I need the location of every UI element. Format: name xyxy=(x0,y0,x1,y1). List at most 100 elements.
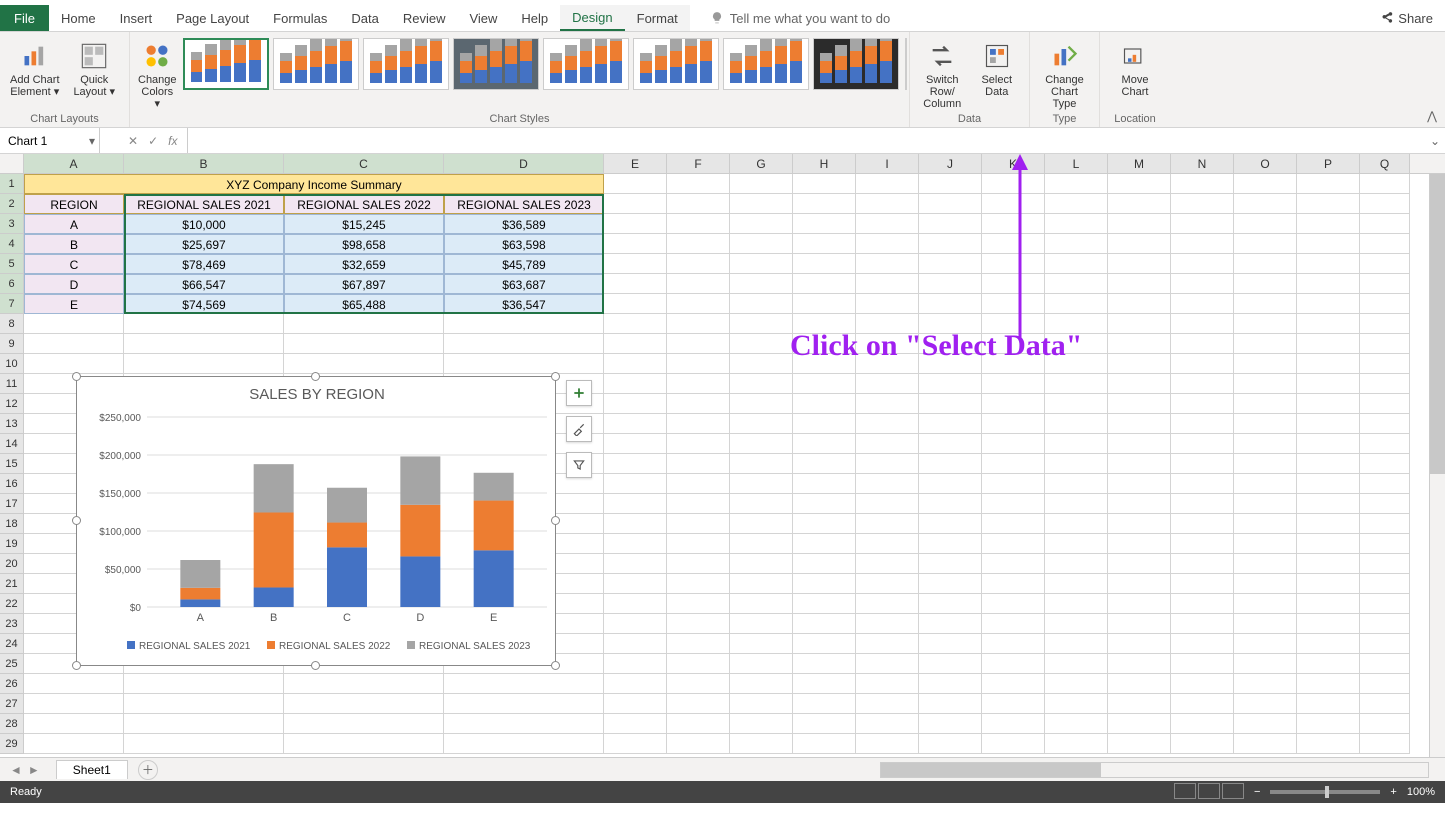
cell[interactable] xyxy=(1297,534,1360,554)
cell[interactable] xyxy=(1360,654,1410,674)
cell[interactable] xyxy=(604,474,667,494)
cell[interactable] xyxy=(856,194,919,214)
cell[interactable] xyxy=(793,434,856,454)
cell[interactable] xyxy=(1108,314,1171,334)
cell[interactable] xyxy=(604,234,667,254)
cell[interactable] xyxy=(1297,494,1360,514)
cell[interactable] xyxy=(667,574,730,594)
chart-elements-button[interactable] xyxy=(566,380,592,406)
column-header[interactable]: L xyxy=(1045,154,1108,173)
cell[interactable] xyxy=(793,414,856,434)
cell[interactable] xyxy=(24,314,124,334)
cell[interactable] xyxy=(604,694,667,714)
cell[interactable] xyxy=(1360,214,1410,234)
cell[interactable] xyxy=(856,494,919,514)
cell[interactable] xyxy=(1297,674,1360,694)
cell[interactable] xyxy=(856,574,919,594)
cell[interactable] xyxy=(1045,654,1108,674)
cell[interactable] xyxy=(1360,574,1410,594)
cell[interactable] xyxy=(919,434,982,454)
column-header[interactable]: A xyxy=(24,154,124,173)
cell[interactable] xyxy=(1297,174,1360,194)
cell[interactable] xyxy=(124,314,284,334)
cell[interactable] xyxy=(667,634,730,654)
cell[interactable]: $67,897 xyxy=(284,274,444,294)
cell[interactable] xyxy=(1171,274,1234,294)
cell[interactable] xyxy=(856,474,919,494)
row-header[interactable]: 29 xyxy=(0,734,24,754)
quick-layout-button[interactable]: Quick Layout ▾ xyxy=(68,36,122,98)
cell[interactable] xyxy=(1045,294,1108,314)
cell[interactable] xyxy=(1234,394,1297,414)
cell[interactable] xyxy=(1045,634,1108,654)
cell[interactable] xyxy=(1171,514,1234,534)
cell[interactable] xyxy=(1234,514,1297,534)
cell[interactable] xyxy=(1108,234,1171,254)
cell[interactable] xyxy=(604,574,667,594)
cell[interactable] xyxy=(284,334,444,354)
cell[interactable] xyxy=(1171,554,1234,574)
cell[interactable] xyxy=(1360,314,1410,334)
cell[interactable]: $45,789 xyxy=(444,254,604,274)
cell[interactable]: B xyxy=(24,234,124,254)
cell[interactable] xyxy=(982,514,1045,534)
cell[interactable] xyxy=(667,214,730,234)
cell[interactable] xyxy=(1234,594,1297,614)
cell[interactable] xyxy=(1360,434,1410,454)
cell[interactable] xyxy=(1297,454,1360,474)
cell[interactable] xyxy=(667,234,730,254)
row-header[interactable]: 2 xyxy=(0,194,24,214)
cell[interactable] xyxy=(793,554,856,574)
cell[interactable]: $36,547 xyxy=(444,294,604,314)
tab-file[interactable]: File xyxy=(0,5,49,31)
cell[interactable] xyxy=(124,734,284,754)
cell[interactable]: $25,697 xyxy=(124,234,284,254)
cell[interactable] xyxy=(856,674,919,694)
cell[interactable] xyxy=(284,674,444,694)
cell[interactable] xyxy=(1045,274,1108,294)
chart-style-thumb-4[interactable] xyxy=(453,38,539,90)
cell[interactable] xyxy=(919,374,982,394)
cell[interactable] xyxy=(124,334,284,354)
horizontal-scrollbar[interactable] xyxy=(880,762,1429,778)
cell[interactable] xyxy=(1108,174,1171,194)
cell[interactable] xyxy=(856,614,919,634)
cell[interactable] xyxy=(667,694,730,714)
cell[interactable] xyxy=(667,474,730,494)
tab-page-layout[interactable]: Page Layout xyxy=(164,5,261,31)
cell[interactable]: $63,687 xyxy=(444,274,604,294)
embedded-chart[interactable]: SALES BY REGION$0$50,000$100,000$150,000… xyxy=(76,376,556,666)
cell[interactable] xyxy=(919,554,982,574)
cell[interactable] xyxy=(604,374,667,394)
column-header[interactable]: Q xyxy=(1360,154,1410,173)
cell[interactable] xyxy=(793,694,856,714)
cell[interactable] xyxy=(604,174,667,194)
cell[interactable] xyxy=(1045,734,1108,754)
cell[interactable] xyxy=(1297,574,1360,594)
cell[interactable]: REGIONAL SALES 2022 xyxy=(284,194,444,214)
row-header[interactable]: 11 xyxy=(0,374,24,394)
cell[interactable] xyxy=(667,674,730,694)
cell[interactable] xyxy=(1108,674,1171,694)
tab-data[interactable]: Data xyxy=(339,5,390,31)
zoom-level[interactable]: 100% xyxy=(1407,786,1435,798)
cell[interactable]: D xyxy=(24,274,124,294)
cell[interactable] xyxy=(982,694,1045,714)
cell[interactable] xyxy=(667,174,730,194)
cell[interactable] xyxy=(1171,474,1234,494)
cell[interactable] xyxy=(793,214,856,234)
cell[interactable] xyxy=(730,694,793,714)
cell[interactable] xyxy=(793,534,856,554)
column-header[interactable]: B xyxy=(124,154,284,173)
cell[interactable] xyxy=(1108,554,1171,574)
cell[interactable] xyxy=(1234,214,1297,234)
cell[interactable] xyxy=(444,714,604,734)
column-header[interactable]: N xyxy=(1171,154,1234,173)
cell[interactable] xyxy=(919,514,982,534)
cell[interactable] xyxy=(667,354,730,374)
move-chart-button[interactable]: Move Chart xyxy=(1108,36,1162,98)
cell[interactable] xyxy=(793,254,856,274)
cell[interactable] xyxy=(1045,394,1108,414)
cell[interactable] xyxy=(730,254,793,274)
cell[interactable] xyxy=(667,434,730,454)
